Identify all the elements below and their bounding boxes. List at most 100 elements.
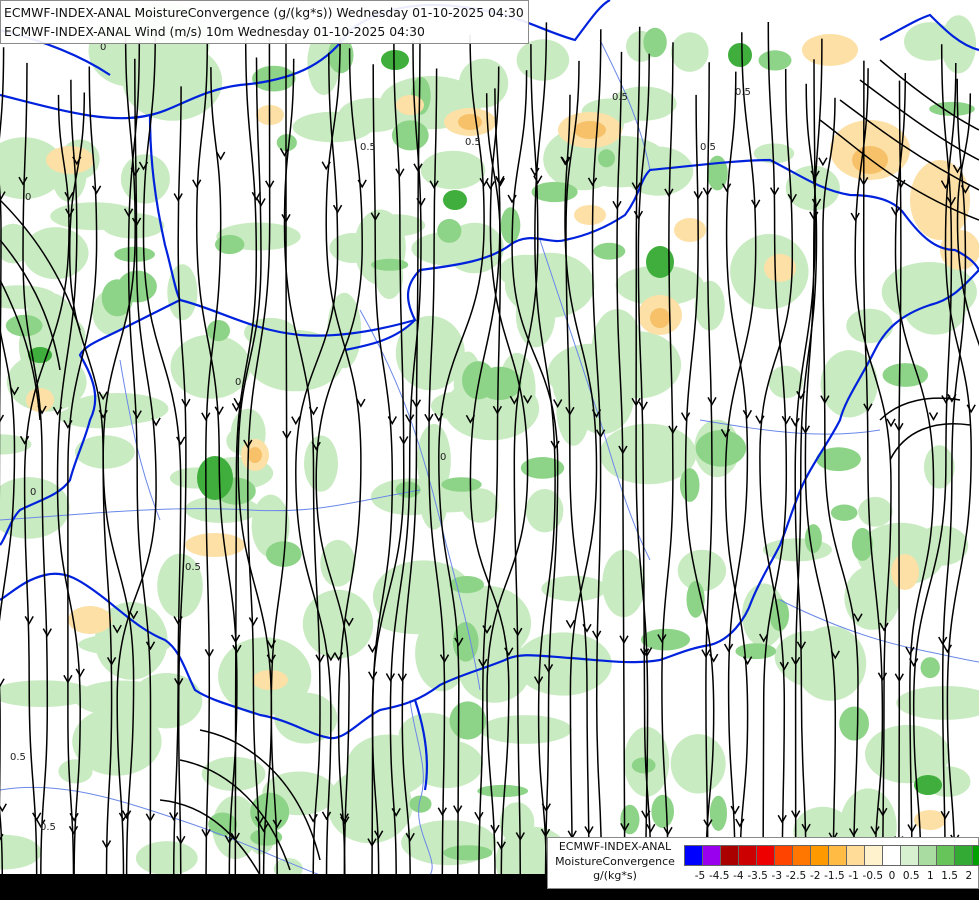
legend-source: ECMWF-INDEX-ANAL xyxy=(558,840,672,853)
contour-label: 0 xyxy=(30,487,36,498)
convergence-patch xyxy=(670,734,726,794)
convergence-patch xyxy=(420,150,486,190)
convergence-patch xyxy=(251,65,296,92)
convergence-patch xyxy=(674,218,706,242)
convergence-patch xyxy=(541,575,607,602)
legend-swatch xyxy=(738,845,757,866)
convergence-patch xyxy=(304,435,338,492)
legend-swatch xyxy=(900,845,919,866)
legend-swatch xyxy=(864,845,883,866)
contour-label: 0.5 xyxy=(185,562,201,573)
convergence-patch xyxy=(500,207,521,244)
legend-tick-label: -0.5 xyxy=(862,870,884,882)
legend-swatch xyxy=(810,845,829,866)
contour-label: 0.5 xyxy=(360,142,376,153)
legend-tick-label: -3.5 xyxy=(747,870,768,882)
convergence-patch xyxy=(5,314,43,337)
legend-label: ECMWF-INDEX-ANAL MoistureConvergence g/(… xyxy=(548,840,682,884)
contour-label: 0.5 xyxy=(10,752,26,763)
convergence-patch xyxy=(846,308,894,344)
convergence-patch xyxy=(650,308,670,328)
legend-unit: g/(kg*s) xyxy=(593,869,637,882)
legend-tick-label: 2 xyxy=(965,870,973,882)
convergence-patch xyxy=(920,657,940,679)
contour-label: 0.5 xyxy=(612,92,628,103)
convergence-patch xyxy=(197,456,233,500)
legend-tick-label: 1.5 xyxy=(941,870,958,882)
convergence-patch xyxy=(443,190,467,210)
convergence-patch xyxy=(22,227,89,280)
legend-swatch xyxy=(936,845,955,866)
contour-label: 0.5 xyxy=(465,137,481,148)
convergence-patch xyxy=(777,632,858,688)
convergence-patch xyxy=(804,524,822,554)
convergence-patch xyxy=(207,320,230,342)
convergence-patch xyxy=(709,795,728,831)
convergence-patch xyxy=(839,706,869,741)
legend-tick-label: -1 xyxy=(848,870,859,882)
convergence-patch xyxy=(371,258,409,271)
contour-label: 0.5 xyxy=(700,142,716,153)
convergence-patch xyxy=(449,576,485,594)
convergence-patch xyxy=(376,609,463,635)
convergence-patch xyxy=(443,845,493,861)
legend-swatch xyxy=(846,845,865,866)
legend-tick-label: -4 xyxy=(733,870,744,882)
weather-map: 0.5 0.5 0.5 0.5 0.5 0 0 0 0 0.5 0.5 0 0.5 xyxy=(0,0,979,900)
convergence-patch xyxy=(574,205,606,225)
convergence-patch xyxy=(574,121,606,139)
convergence-patch xyxy=(598,149,615,168)
convergence-patch xyxy=(46,146,94,174)
convergence-patch xyxy=(479,715,572,744)
convergence-patch xyxy=(215,234,245,255)
legend-swatch xyxy=(756,845,775,866)
convergence-patch xyxy=(677,549,727,592)
convergence-patch xyxy=(758,50,792,71)
convergence-patch xyxy=(449,701,487,740)
contour-label: 0 xyxy=(25,192,31,203)
convergence-patch xyxy=(641,628,690,651)
legend-tick-label: 0.5 xyxy=(902,870,920,882)
contour-label: 0.5 xyxy=(735,87,751,98)
legend-swatch xyxy=(882,845,901,866)
convergence-patch xyxy=(320,539,356,587)
convergence-patch xyxy=(631,757,656,774)
convergence-patch xyxy=(437,218,462,243)
convergence-patch xyxy=(891,554,919,590)
convergence-patch xyxy=(670,32,709,72)
legend-tick-label: -5 xyxy=(694,870,706,882)
convergence-patch xyxy=(458,114,482,130)
legend-ticks: -5 -4.5 -4 -3.5 -3 -2.5 -2 -1.5 -1 -0.5 0 0.5 1 1.5 2 xyxy=(694,870,978,884)
legend-swatch xyxy=(702,845,721,866)
contour-label: 0 xyxy=(440,452,446,463)
contour-label: 0 xyxy=(235,377,241,388)
legend-swatch xyxy=(792,845,811,866)
convergence-patch xyxy=(395,481,421,498)
legend-swatch xyxy=(972,845,979,866)
convergence-patch xyxy=(381,50,409,70)
convergence-patch xyxy=(516,39,570,81)
legend-swatches xyxy=(684,845,979,866)
convergence-patch xyxy=(802,34,858,66)
legend-swatch xyxy=(720,845,739,866)
map-title-box: ECMWF-INDEX-ANAL MoistureConvergence (g/… xyxy=(0,0,529,44)
legend-swatch xyxy=(774,845,793,866)
convergence-patch xyxy=(882,363,929,387)
convergence-patch xyxy=(924,445,955,489)
contour-label: 0.5 xyxy=(40,822,56,833)
convergence-patch xyxy=(531,181,578,203)
convergence-patch xyxy=(276,134,297,152)
legend-swatch xyxy=(684,845,703,866)
convergence-patch xyxy=(707,155,728,191)
convergence-patch xyxy=(679,468,700,502)
convergence-patch xyxy=(329,233,376,263)
convergence-patch xyxy=(135,841,198,876)
convergence-patch xyxy=(643,27,667,58)
convergence-patch xyxy=(208,812,238,836)
legend-tick-label: -3 xyxy=(771,870,783,882)
convergence-patch xyxy=(651,794,674,829)
convergence-patch xyxy=(248,447,262,463)
legend-tick-label: -2.5 xyxy=(785,870,807,882)
convergence-patch xyxy=(940,15,977,74)
convergence-patch xyxy=(274,692,338,744)
